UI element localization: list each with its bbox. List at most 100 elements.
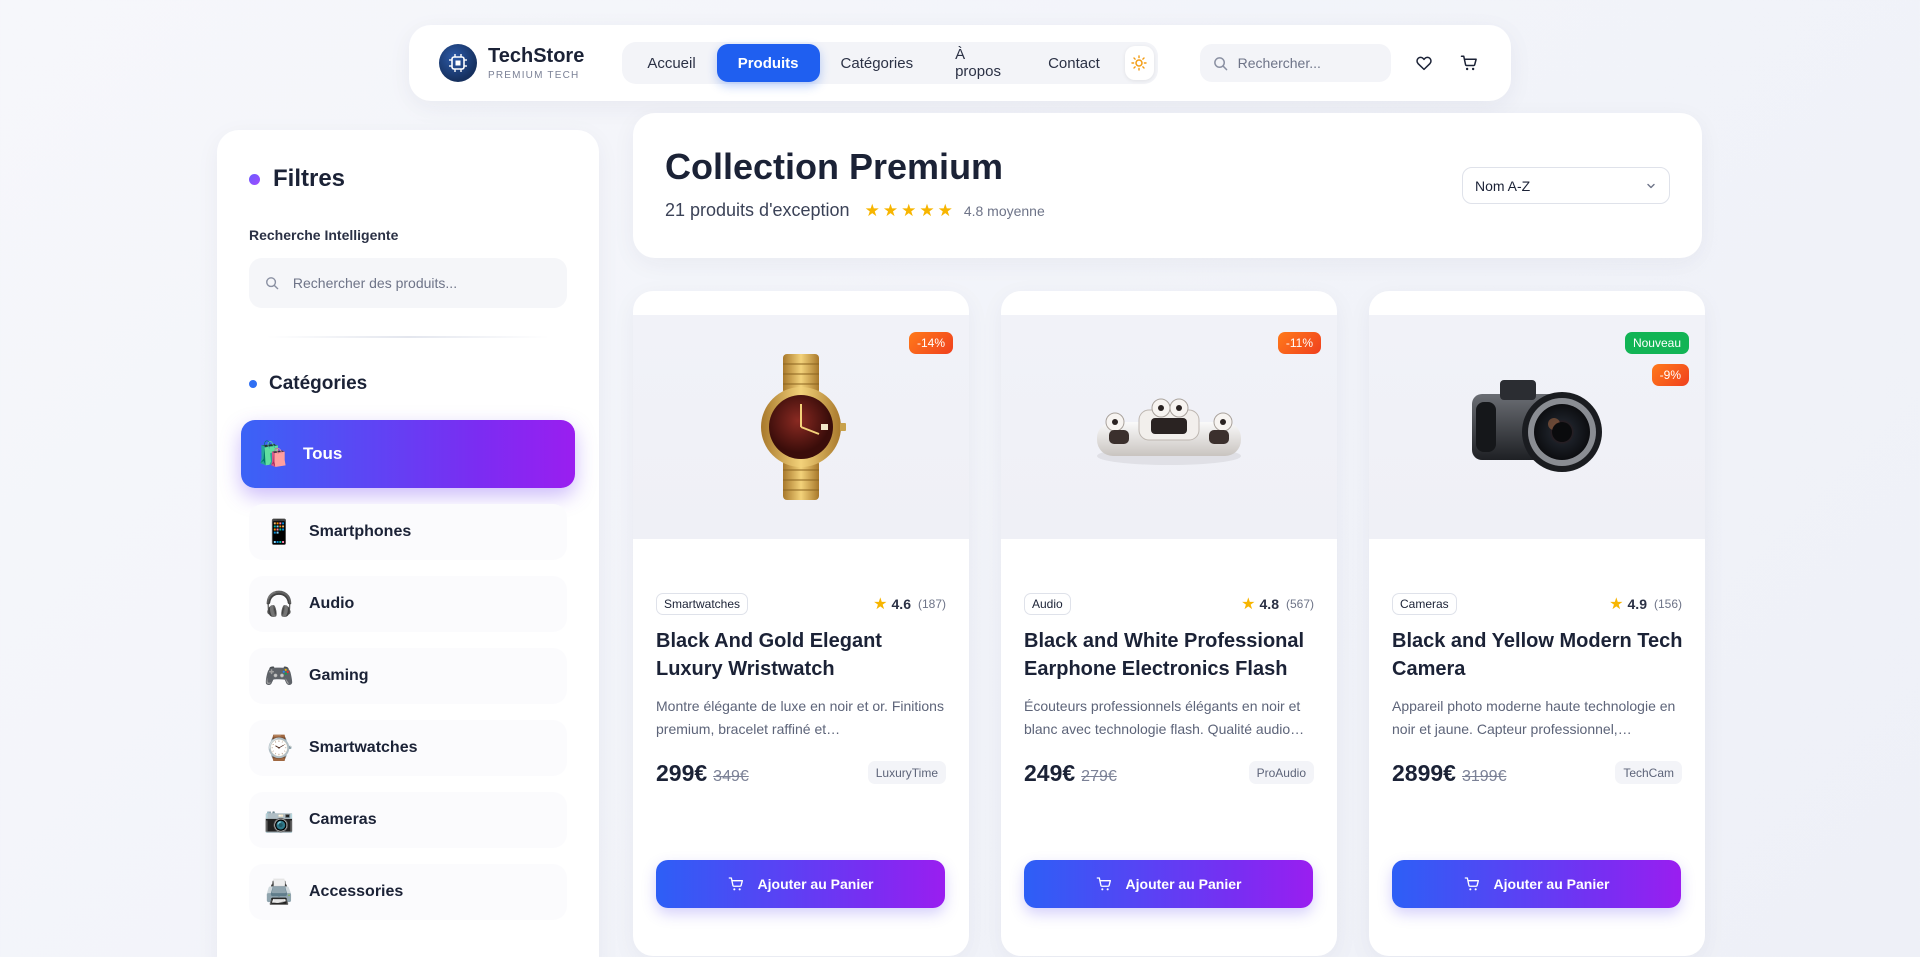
wishlist-button[interactable] bbox=[1413, 51, 1436, 75]
collection-header: Collection Premium 21 produits d'excepti… bbox=[633, 113, 1702, 258]
cart-button[interactable] bbox=[1458, 51, 1481, 75]
product-price: 2899€ 3199€ bbox=[1392, 760, 1506, 787]
rating-stars: ★ ★ ★ ★ ★ bbox=[865, 201, 956, 221]
category-item-tous[interactable]: 🛍️ Tous bbox=[241, 420, 575, 488]
camera-image bbox=[1472, 380, 1602, 472]
brand-name: TechStore bbox=[488, 45, 585, 67]
cart-icon bbox=[1461, 55, 1478, 71]
add-to-cart-label: Ajouter au Panier bbox=[1125, 876, 1242, 892]
star-icon: ★ bbox=[1241, 594, 1256, 613]
review-count: (156) bbox=[1653, 596, 1682, 611]
shopping-bags-icon: 🛍️ bbox=[258, 440, 288, 468]
bullet-dot-icon bbox=[249, 380, 257, 388]
discount-badge: -11% bbox=[1277, 332, 1321, 354]
earphones-image bbox=[1097, 398, 1241, 465]
discount-badge: -9% bbox=[1651, 364, 1689, 386]
category-item-gaming[interactable]: 🎮 Gaming bbox=[249, 648, 567, 704]
filters-heading: Filtres bbox=[249, 165, 345, 193]
product-title[interactable]: Black and White Professional Earphone El… bbox=[1024, 627, 1319, 683]
nav-search-box[interactable] bbox=[1199, 44, 1391, 82]
smart-search-label: Recherche Intelligente bbox=[249, 227, 399, 243]
add-to-cart-label: Ajouter au Panier bbox=[757, 876, 874, 892]
add-to-cart-button[interactable]: Ajouter au Panier bbox=[1024, 860, 1313, 908]
sun-icon bbox=[1131, 55, 1147, 71]
product-description: Appareil photo moderne haute technologie… bbox=[1392, 698, 1676, 737]
smartphone-icon: 📱 bbox=[264, 518, 294, 546]
category-item-smartphones[interactable]: 📱 Smartphones bbox=[249, 504, 567, 560]
star-icon: ★ bbox=[864, 200, 880, 221]
cart-icon bbox=[728, 877, 743, 891]
old-price: 279€ bbox=[1081, 768, 1117, 785]
nav-item-accueil[interactable]: Accueil bbox=[626, 44, 716, 82]
theme-toggle-button[interactable] bbox=[1124, 46, 1154, 80]
star-icon: ★ bbox=[937, 200, 953, 221]
category-label: Tous bbox=[303, 444, 343, 463]
category-chip: Smartwatches bbox=[656, 593, 749, 615]
filters-title: Filtres bbox=[273, 165, 346, 192]
nav-item-produits[interactable]: Produits bbox=[716, 44, 820, 82]
nav-item-contact[interactable]: Contact bbox=[1027, 44, 1121, 82]
search-icon bbox=[1213, 56, 1227, 70]
category-label: Smartwatches bbox=[309, 739, 418, 756]
chevron-down-icon bbox=[1647, 183, 1655, 188]
current-price: 249€ bbox=[1024, 760, 1076, 786]
brand-tagline: PREMIUM TECH bbox=[488, 70, 580, 81]
sidebar-search-input[interactable] bbox=[292, 275, 551, 291]
product-card[interactable]: -14% Smartwatches ★ 4.6 (187) Black And … bbox=[633, 291, 969, 956]
add-to-cart-button[interactable]: Ajouter au Panier bbox=[656, 860, 945, 908]
current-price: 2899€ bbox=[1392, 760, 1456, 786]
nav-item-a-propos[interactable]: À propos bbox=[934, 44, 1027, 82]
search-icon bbox=[266, 277, 279, 290]
category-item-smartwatches[interactable]: ⌚ Smartwatches bbox=[249, 720, 567, 776]
add-to-cart-button[interactable]: Ajouter au Panier bbox=[1392, 860, 1681, 908]
product-card[interactable]: -11% Audio ★ 4.8 (567) Black and White P… bbox=[1001, 291, 1337, 956]
new-badge: Nouveau bbox=[1624, 332, 1689, 354]
categories-heading: Catégories bbox=[249, 373, 367, 395]
product-price: 249€ 279€ bbox=[1024, 760, 1117, 787]
page-title: Collection Premium bbox=[665, 146, 1004, 187]
main-nav: Accueil Produits Catégories À propos Con… bbox=[622, 42, 1158, 84]
wristwatch-image bbox=[761, 354, 846, 500]
review-count: (567) bbox=[1285, 596, 1314, 611]
sidebar-search-box[interactable] bbox=[249, 258, 567, 308]
sort-value: Nom A-Z bbox=[1475, 177, 1531, 194]
category-label: Smartphones bbox=[309, 523, 412, 540]
product-title[interactable]: Black and Yellow Modern Tech Camera bbox=[1392, 627, 1687, 683]
product-card[interactable]: Nouveau -9% Cameras ★ 4.9 (156) Black an… bbox=[1369, 291, 1705, 956]
headphones-icon: 🎧 bbox=[264, 590, 294, 618]
category-chip: Audio bbox=[1024, 593, 1071, 615]
nav-search-input[interactable] bbox=[1237, 55, 1378, 71]
add-to-cart-label: Ajouter au Panier bbox=[1493, 876, 1610, 892]
category-label: Accessories bbox=[309, 883, 404, 900]
product-title[interactable]: Black And Gold Elegant Luxury Wristwatch bbox=[656, 627, 951, 683]
bullet-dot-icon bbox=[249, 173, 260, 185]
categories-title: Catégories bbox=[269, 373, 368, 394]
average-rating: 4.8 moyenne bbox=[963, 202, 1045, 219]
heart-icon bbox=[1416, 56, 1432, 71]
category-item-cameras[interactable]: 📷 Cameras bbox=[249, 792, 567, 848]
nav-item-categories[interactable]: Catégories bbox=[820, 44, 935, 82]
divider bbox=[267, 336, 549, 338]
star-icon: ★ bbox=[919, 200, 935, 221]
star-icon: ★ bbox=[882, 200, 899, 221]
filters-sidebar: Filtres Recherche Intelligente Catégorie… bbox=[217, 130, 599, 957]
rating-value: 4.6 bbox=[891, 595, 911, 612]
category-item-accessories[interactable]: 🖨️ Accessories bbox=[249, 864, 567, 920]
category-list: 🛍️ Tous 📱 Smartphones 🎧 Audio 🎮 Gaming ⌚… bbox=[241, 420, 575, 936]
camera-icon: 📷 bbox=[264, 806, 294, 834]
product-rating: ★ 4.8 (567) bbox=[1241, 594, 1314, 613]
chip-logo-icon bbox=[439, 44, 477, 82]
product-price: 299€ 349€ bbox=[656, 760, 749, 787]
brand[interactable]: TechStore PREMIUM TECH bbox=[439, 44, 584, 82]
gamepad-icon: 🎮 bbox=[264, 662, 294, 690]
category-item-audio[interactable]: 🎧 Audio bbox=[249, 576, 567, 632]
product-rating: ★ 4.6 (187) bbox=[873, 594, 946, 613]
product-rating: ★ 4.9 (156) bbox=[1609, 594, 1682, 613]
product-description: Écouteurs professionnels élégants en noi… bbox=[1024, 698, 1305, 737]
brand-tag: LuxuryTime bbox=[867, 761, 946, 784]
current-price: 299€ bbox=[656, 760, 708, 786]
old-price: 349€ bbox=[713, 768, 749, 785]
review-count: (187) bbox=[917, 596, 946, 611]
sort-select[interactable]: Nom A-Z bbox=[1462, 167, 1670, 204]
product-count: 21 produits d'exception bbox=[665, 200, 850, 220]
